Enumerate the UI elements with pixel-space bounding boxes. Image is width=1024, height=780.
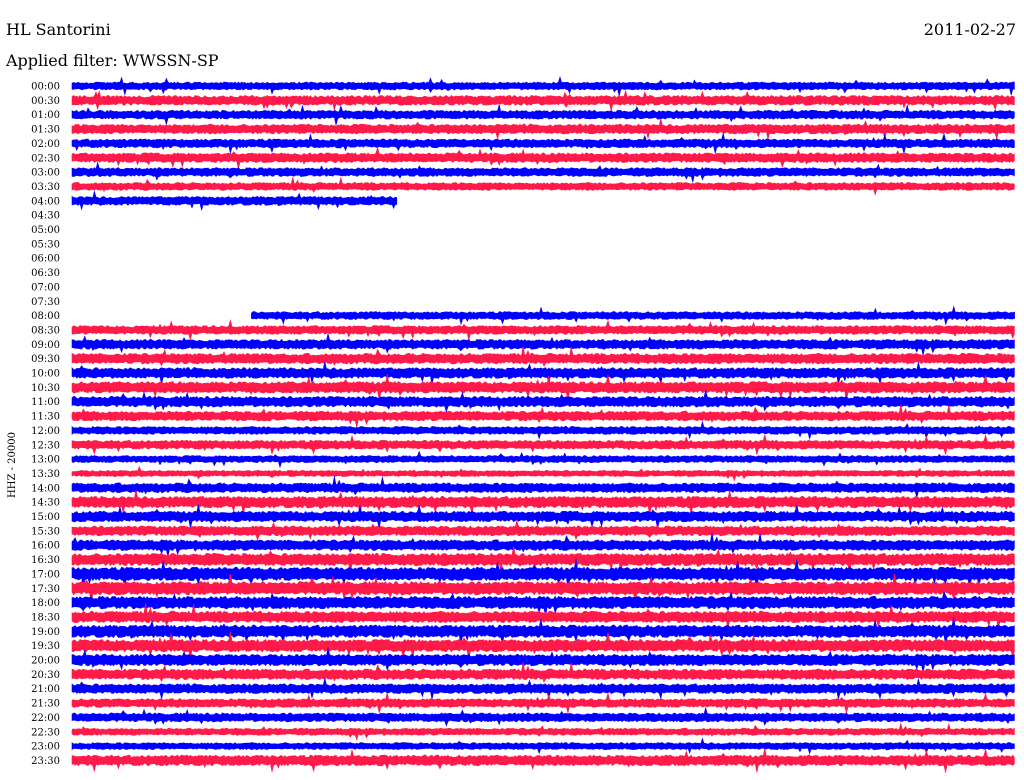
time-label: 08:00 xyxy=(31,311,60,322)
trace-row xyxy=(71,89,1015,112)
trace-row xyxy=(71,504,1015,529)
trace-row xyxy=(71,420,1015,441)
trace-row xyxy=(71,737,1015,755)
trace-row xyxy=(251,305,1015,326)
time-label: 19:00 xyxy=(31,627,60,638)
time-label: 07:30 xyxy=(31,297,60,308)
time-label: 22:30 xyxy=(31,727,60,738)
time-label: 05:00 xyxy=(31,225,60,236)
time-label: 10:00 xyxy=(31,369,60,380)
time-label: 13:00 xyxy=(31,455,60,466)
time-label: 09:30 xyxy=(31,354,60,365)
time-label: 07:00 xyxy=(31,282,60,293)
trace-row xyxy=(71,190,398,211)
trace-layer xyxy=(71,75,1015,773)
time-label: 18:30 xyxy=(31,612,60,623)
time-label: 16:30 xyxy=(31,555,60,566)
trace-row xyxy=(71,132,1015,154)
trace-row xyxy=(71,450,1015,469)
time-label: 12:30 xyxy=(31,440,60,451)
trace-row xyxy=(71,748,1015,773)
time-label: 14:30 xyxy=(31,498,60,509)
trace-row xyxy=(71,75,1015,97)
time-label: 17:30 xyxy=(31,584,60,595)
time-label: 20:00 xyxy=(31,656,60,667)
time-label: 14:00 xyxy=(31,483,60,494)
helicorder-plot: 00:00 00:30 01:00 01:30 02:00 02:30 03:00 03:30… xyxy=(7,75,1015,773)
time-label: 05:30 xyxy=(31,239,60,250)
time-label: 21:30 xyxy=(31,699,60,710)
time-label: 00:30 xyxy=(31,96,60,107)
trace-row xyxy=(71,361,1015,385)
time-label: 21:00 xyxy=(31,684,60,695)
time-label: 08:30 xyxy=(31,325,60,336)
time-label: 20:30 xyxy=(31,670,60,681)
time-label: 15:00 xyxy=(31,512,60,523)
time-label: 06:00 xyxy=(31,254,60,265)
trace-row xyxy=(71,692,1015,714)
trace-row xyxy=(71,433,1015,455)
trace-row xyxy=(71,333,1015,356)
time-label: 02:00 xyxy=(31,139,60,150)
time-label: 16:00 xyxy=(31,541,60,552)
time-label: 17:00 xyxy=(31,569,60,580)
trace-row xyxy=(71,520,1015,542)
trace-row xyxy=(71,146,1015,170)
time-label-layer: 00:00 00:30 01:00 01:30 02:00 02:30 03:00 03:30… xyxy=(31,82,60,767)
trace-row xyxy=(71,161,1015,183)
time-label: 01:30 xyxy=(31,125,60,136)
time-label: 13:30 xyxy=(31,469,60,480)
time-label: 01:00 xyxy=(31,110,60,121)
trace-row xyxy=(71,706,1015,727)
trace-row xyxy=(71,722,1015,741)
time-label: 19:30 xyxy=(31,641,60,652)
time-label: 18:00 xyxy=(31,598,60,609)
time-label: 10:30 xyxy=(31,383,60,394)
trace-row xyxy=(71,404,1015,428)
time-label: 09:00 xyxy=(31,340,60,351)
trace-row xyxy=(71,465,1015,482)
time-label: 04:30 xyxy=(31,211,60,222)
trace-row xyxy=(71,678,1015,700)
trace-row xyxy=(71,176,1015,196)
trace-row xyxy=(71,476,1015,498)
time-label: 00:00 xyxy=(31,82,60,93)
time-label: 11:30 xyxy=(31,412,60,423)
time-label: 15:30 xyxy=(31,526,60,537)
time-label: 06:30 xyxy=(31,268,60,279)
time-label: 23:00 xyxy=(31,742,60,753)
time-label: 22:00 xyxy=(31,713,60,724)
time-label: 23:30 xyxy=(31,756,60,767)
trace-row xyxy=(71,104,1015,126)
time-label: 11:00 xyxy=(31,397,60,408)
time-label: 03:30 xyxy=(31,182,60,193)
time-label: 04:00 xyxy=(31,196,60,207)
time-label: 03:00 xyxy=(31,168,60,179)
time-label: 12:00 xyxy=(31,426,60,437)
trace-row xyxy=(71,346,1015,367)
trace-row xyxy=(71,319,1015,341)
trace-row xyxy=(71,118,1015,141)
time-label: 02:30 xyxy=(31,153,60,164)
trace-row xyxy=(71,489,1015,515)
channel-label: HHZ - 20000 xyxy=(7,432,18,498)
